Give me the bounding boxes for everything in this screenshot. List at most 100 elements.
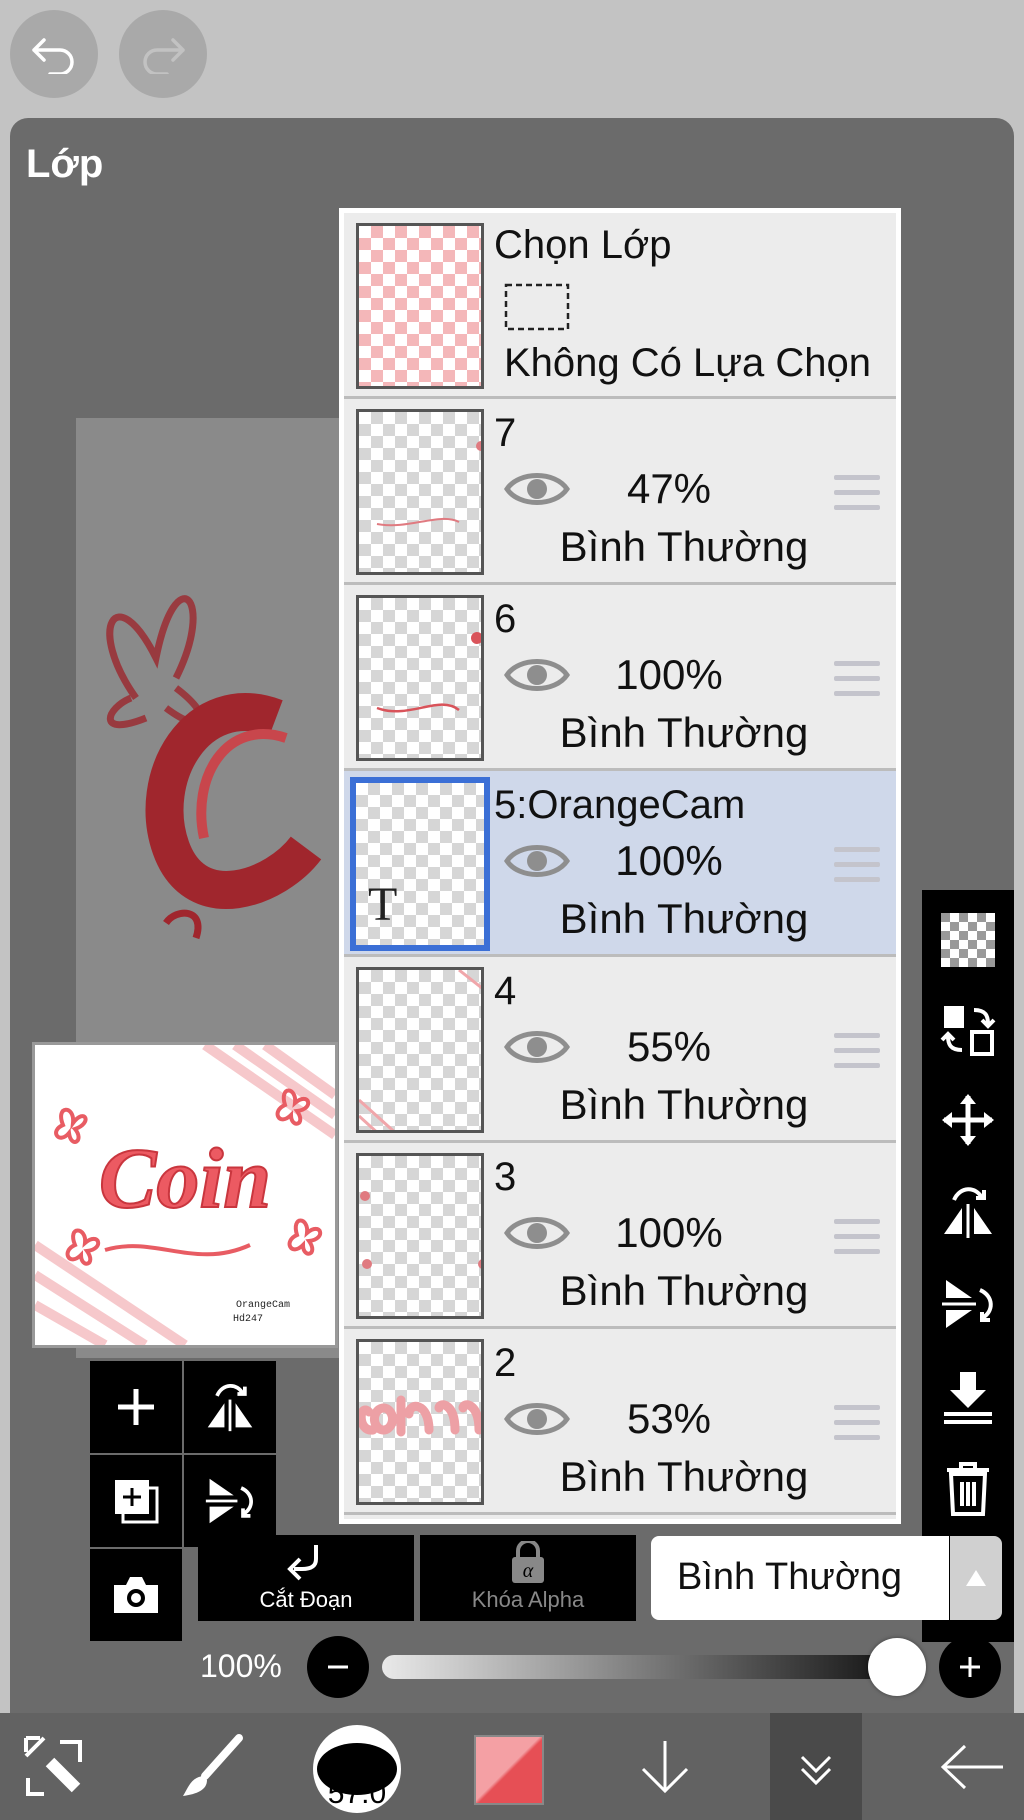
layer-name: 2 <box>494 1341 517 1385</box>
layer-thumbnail <box>356 1339 484 1505</box>
canvas-preview: Coin OrangeCam Hd247 <box>32 1042 338 1348</box>
layer-blend-mode: Bình Thường <box>559 895 809 942</box>
layer-blend-mode: Bình Thường <box>559 709 809 756</box>
svg-text:α: α <box>523 1560 534 1582</box>
swap-icon <box>940 1006 996 1056</box>
layer-row[interactable]: 7 47% Bình Thường <box>344 399 896 585</box>
layer-blend-mode: Bình Thường <box>559 1453 809 1500</box>
flip-layer-button[interactable] <box>184 1361 276 1453</box>
layer-opacity: 100% <box>615 837 723 884</box>
transform-icon <box>24 1735 82 1796</box>
layer-list[interactable]: Chọn Lớp Không Có Lựa Chọn 7 47% Bình Th… <box>339 208 901 1524</box>
text-layer-icon: T <box>368 878 398 931</box>
eye-icon[interactable] <box>504 653 570 697</box>
eye-icon[interactable] <box>504 1397 570 1441</box>
swap-layers-button[interactable] <box>922 990 1014 1070</box>
layer-row[interactable]: 6 100% Bình Thường <box>344 585 896 771</box>
undo-icon <box>32 38 74 74</box>
layer-thumbnail <box>356 1153 484 1319</box>
opacity-slider-knob[interactable] <box>868 1638 926 1696</box>
selection-status: Không Có Lựa Chọn <box>504 341 872 385</box>
move-layer-down-button[interactable] <box>620 1713 710 1820</box>
layer-opacity: 100% <box>615 1209 723 1256</box>
layer-opacity: 47% <box>626 465 712 512</box>
flip-vertical-button[interactable] <box>922 1264 1014 1344</box>
undo-button[interactable] <box>10 10 98 98</box>
clipping-button[interactable]: Cắt Đoạn <box>198 1535 414 1621</box>
drag-handle-icon[interactable] <box>834 475 880 511</box>
duplicate-layer-button[interactable] <box>90 1455 182 1547</box>
layer-row[interactable]: 4 55% Bình Thường <box>344 957 896 1143</box>
triangle-up-icon <box>966 1570 986 1586</box>
layer-opacity: 100% <box>615 651 723 698</box>
selection-marquee-icon <box>504 283 570 331</box>
layer-row[interactable]: 3 100% Bình Thường <box>344 1143 896 1329</box>
preview-signature-line-2: Hd247 <box>233 1313 263 1325</box>
layer-name: 3 <box>494 1155 517 1199</box>
move-icon <box>942 1094 994 1146</box>
flip-vertical-layer-button[interactable] <box>184 1455 276 1547</box>
layer-blend-mode: Bình Thường <box>559 1267 809 1314</box>
brush-size-button[interactable]: 57.0 <box>313 1725 401 1813</box>
plus-icon <box>960 1657 980 1677</box>
brush-tool-button[interactable] <box>160 1713 260 1820</box>
layer-row-selected[interactable]: T 5:OrangeCam 100% Bình Thường <box>344 771 896 957</box>
color-swatch[interactable] <box>474 1735 544 1805</box>
blend-mode-dropdown-button[interactable] <box>950 1536 1002 1620</box>
merge-down-button[interactable] <box>922 1356 1014 1436</box>
back-button[interactable] <box>920 1713 1024 1820</box>
eye-icon[interactable] <box>504 1211 570 1255</box>
alpha-lock-button[interactable]: α Khóa Alpha <box>420 1535 636 1621</box>
preview-art-text: Coin <box>99 1130 271 1226</box>
panel-title: Lớp <box>26 142 104 186</box>
flip-vertical-icon <box>205 1478 253 1524</box>
arrow-left-icon <box>940 1744 1003 1789</box>
drag-handle-icon[interactable] <box>834 847 880 883</box>
drag-handle-icon[interactable] <box>834 1033 880 1069</box>
camera-icon <box>114 1577 158 1613</box>
selection-layer-row[interactable]: Chọn Lớp Không Có Lựa Chọn <box>344 213 896 399</box>
alpha-lock-label: Khóa Alpha <box>471 1587 585 1612</box>
flip-horizontal-button[interactable] <box>922 1172 1014 1252</box>
delete-layer-button[interactable] <box>922 1448 1014 1528</box>
clip-arrow-icon <box>287 1545 318 1581</box>
layer-name: 6 <box>494 597 517 641</box>
blend-mode-select[interactable]: Bình Thường <box>651 1536 949 1620</box>
add-layer-button[interactable] <box>90 1361 182 1453</box>
layer-tools-column <box>922 890 1014 1642</box>
layer-opacity: 53% <box>626 1395 712 1442</box>
layer-blend-mode: Bình Thường <box>559 523 809 570</box>
layer-name: 7 <box>494 411 517 455</box>
layer-name: 4 <box>494 969 517 1013</box>
move-button[interactable] <box>922 1080 1014 1160</box>
redo-button[interactable] <box>119 10 207 98</box>
drag-handle-icon[interactable] <box>834 1219 880 1255</box>
transparency-button[interactable] <box>922 900 1014 980</box>
bottom-toolbar: 57.0 <box>0 1713 1024 1820</box>
opacity-decrease-button[interactable] <box>307 1636 369 1698</box>
alpha-lock-icon: α <box>512 1539 544 1583</box>
eye-icon[interactable] <box>504 467 570 511</box>
drag-handle-icon[interactable] <box>834 1405 880 1441</box>
plus-icon <box>118 1389 154 1425</box>
merge-down-icon <box>944 1372 992 1424</box>
camera-layer-button[interactable] <box>90 1549 182 1641</box>
layer-blend-mode: Bình Thường <box>559 1081 809 1128</box>
layers-panel-toggle[interactable] <box>770 1713 862 1820</box>
eye-icon[interactable] <box>504 839 570 883</box>
checkerboard-icon <box>941 913 995 967</box>
opacity-increase-button[interactable] <box>939 1636 1001 1698</box>
layer-panel: Lớp Chọn Lớp Không Có Lựa Chọn 7 47% Bìn… <box>10 118 1014 1713</box>
layer-thumbnail: T <box>350 777 490 951</box>
transform-tool-button[interactable] <box>0 1713 110 1820</box>
drag-handle-icon[interactable] <box>834 661 880 697</box>
opacity-slider[interactable] <box>382 1655 916 1679</box>
layer-thumbnail <box>356 409 484 575</box>
trash-icon <box>947 1462 989 1516</box>
clipping-label: Cắt Đoạn <box>259 1587 353 1612</box>
eye-icon[interactable] <box>504 1025 570 1069</box>
layer-name: 5:OrangeCam <box>494 783 746 827</box>
flip-horizontal-icon <box>944 1187 992 1238</box>
layer-row[interactable]: 2 53% Bình Thường <box>344 1329 896 1515</box>
layer-opacity: 55% <box>626 1023 712 1070</box>
